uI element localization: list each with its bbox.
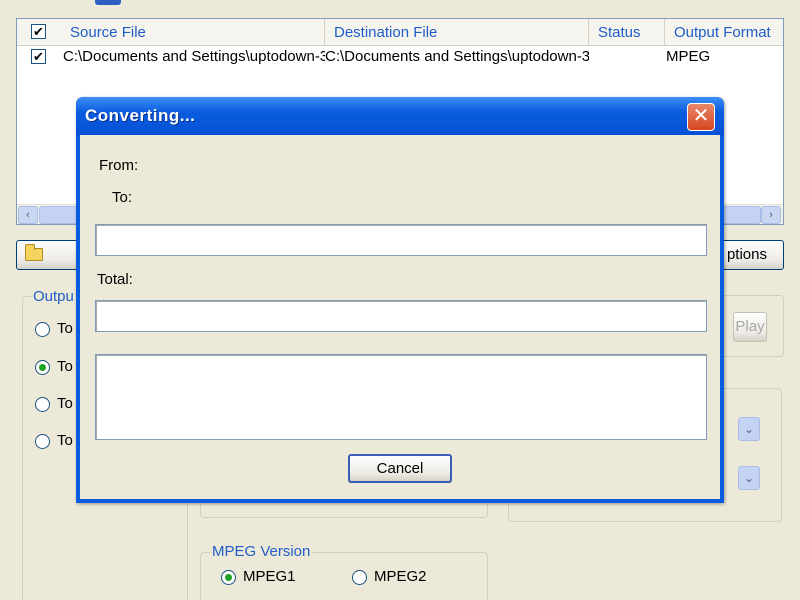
output-group-label: Outpu: [31, 288, 76, 305]
column-status[interactable]: Status: [589, 19, 665, 46]
mpeg2-radio-label: MPEG2: [374, 568, 427, 585]
total-progress-bar: [95, 300, 707, 332]
file-progress-bar: [95, 224, 707, 256]
output-radio-3[interactable]: [35, 397, 50, 412]
dialog-body: From: To: Total: Cancel: [80, 135, 720, 499]
output-radio-4-label: To: [57, 432, 73, 449]
tab-indicator: [95, 0, 121, 5]
from-label: From:: [99, 157, 139, 174]
output-radio-2-label: To: [57, 358, 73, 375]
scroll-left-icon[interactable]: ‹: [18, 206, 38, 224]
table-row[interactable]: ✔ C:\Documents and Settings\uptodown-3 C…: [17, 46, 783, 68]
file-list-header: ✔ Source File Destination File Status Ou…: [17, 19, 783, 46]
row-output-format: MPEG: [666, 48, 711, 65]
folder-icon: [25, 244, 43, 261]
column-source-file[interactable]: Source File: [61, 19, 325, 46]
chevron-down-icon[interactable]: ⌄: [738, 417, 760, 441]
column-output-format[interactable]: Output Format: [665, 19, 783, 46]
play-button[interactable]: Play: [733, 312, 767, 342]
close-icon[interactable]: ✕: [687, 103, 715, 131]
column-destination-file[interactable]: Destination File: [325, 19, 589, 46]
chevron-down-icon[interactable]: ⌄: [738, 466, 760, 490]
converting-dialog: Converting... ✕ From: To: Total: Cancel: [76, 97, 724, 503]
open-file-button[interactable]: [16, 240, 80, 270]
dialog-title: Converting...: [85, 106, 196, 125]
to-label: To:: [112, 189, 133, 206]
mpeg2-radio[interactable]: [352, 570, 367, 585]
dialog-titlebar[interactable]: Converting... ✕: [76, 97, 724, 135]
output-radio-1[interactable]: [35, 322, 50, 337]
log-textarea[interactable]: [95, 354, 707, 440]
mpeg-version-label: MPEG Version: [210, 543, 313, 560]
output-radio-3-label: To: [57, 395, 73, 412]
mpeg-version-group: MPEG Version MPEG1 MPEG2: [200, 543, 488, 600]
select-all-checkbox[interactable]: ✔: [31, 24, 46, 39]
scroll-right-icon[interactable]: ›: [761, 206, 781, 224]
mpeg1-radio[interactable]: [221, 570, 236, 585]
row-source-file: C:\Documents and Settings\uptodown-3: [63, 48, 325, 65]
output-radio-2[interactable]: [35, 360, 50, 375]
row-destination-file: C:\Documents and Settings\uptodown-3: [325, 48, 589, 65]
output-radio-4[interactable]: [35, 434, 50, 449]
cancel-button[interactable]: Cancel: [348, 454, 452, 483]
row-status: [589, 46, 665, 68]
output-radio-1-label: To: [57, 320, 73, 337]
mpeg1-radio-label: MPEG1: [243, 568, 296, 585]
total-label: Total:: [97, 271, 133, 288]
row-checkbox[interactable]: ✔: [31, 49, 46, 64]
